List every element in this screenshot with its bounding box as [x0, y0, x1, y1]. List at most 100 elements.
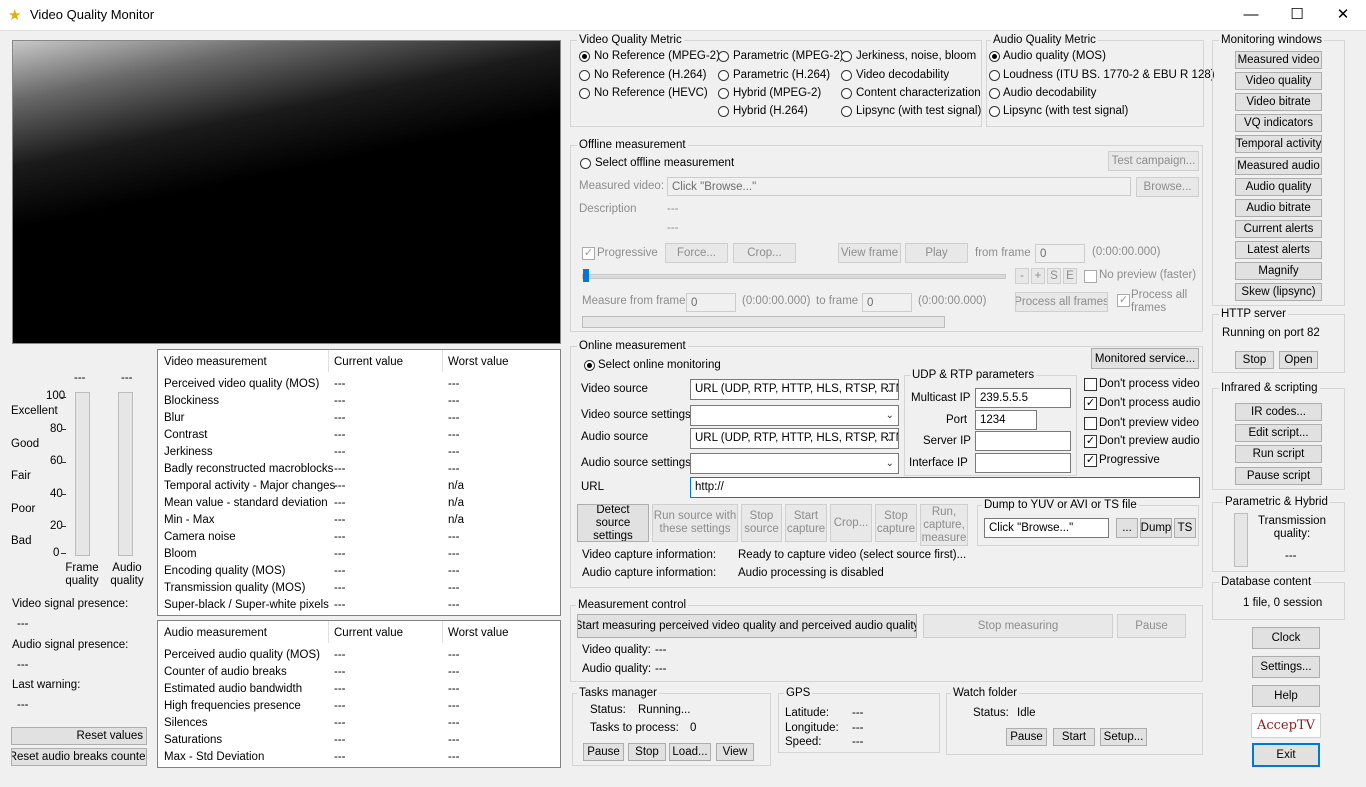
minimize-icon[interactable]: — — [1228, 0, 1274, 30]
monitoring-window-button[interactable]: Current alerts — [1235, 219, 1322, 238]
pause-script-button[interactable]: Pause script — [1235, 467, 1322, 485]
edit-script-button[interactable]: Edit script... — [1235, 424, 1322, 442]
radio-loudness[interactable] — [989, 70, 1000, 81]
radio-audio-mos[interactable] — [989, 51, 1000, 62]
dont-preview-video-checkbox[interactable] — [1084, 417, 1097, 430]
video-settings-select[interactable]: ⌄ — [690, 405, 899, 426]
radio-video-decodability[interactable] — [841, 70, 852, 81]
run-capture-measure-button[interactable]: Run, capture, measure — [920, 504, 968, 546]
radio-param-h264[interactable] — [718, 70, 729, 81]
radio-nr-mpeg2[interactable] — [579, 51, 590, 62]
radio-nr-hevc[interactable] — [579, 88, 590, 99]
watch-setup-button[interactable]: Setup... — [1100, 728, 1147, 746]
radio-nr-h264[interactable] — [579, 70, 590, 81]
watch-pause-button[interactable]: Pause — [1006, 728, 1047, 746]
crop-online-button[interactable]: Crop... — [830, 504, 872, 542]
frame-slider-handle[interactable] — [583, 269, 589, 282]
monitoring-window-button[interactable]: Audio quality — [1235, 177, 1322, 196]
dump-browse-button[interactable]: ... — [1116, 518, 1138, 538]
radio-hybrid-mpeg2[interactable] — [718, 88, 729, 99]
http-stop-button[interactable]: Stop — [1235, 351, 1274, 369]
monitoring-window-button[interactable]: Video bitrate — [1235, 93, 1322, 112]
play-button[interactable]: Play — [905, 243, 968, 263]
ir-codes-button[interactable]: IR codes... — [1235, 403, 1322, 421]
frame-plus-button[interactable]: + — [1031, 268, 1045, 284]
stop-source-button[interactable]: Stop source — [741, 504, 782, 542]
frame-slider-track[interactable] — [582, 274, 1006, 279]
progressive-offline-checkbox[interactable]: ✓ — [582, 247, 595, 260]
pause-measuring-button[interactable]: Pause — [1117, 614, 1186, 638]
video-source-select[interactable]: URL (UDP, RTP, HTTP, HLS, RTSP, RTM ⌄ — [690, 379, 899, 400]
progressive-online-checkbox[interactable]: ✓ — [1084, 454, 1097, 467]
browse-button[interactable]: Browse... — [1136, 177, 1199, 197]
force-button[interactable]: Force... — [665, 243, 728, 263]
start-measuring-button[interactable]: Start measuring perceived video quality … — [577, 614, 917, 638]
tasks-stop-button[interactable]: Stop — [628, 743, 666, 761]
measured-video-field[interactable]: Click "Browse..." — [667, 177, 1131, 196]
process-all-frames-checkbox[interactable]: ✓ — [1117, 294, 1130, 307]
frame-minus-button[interactable]: - — [1015, 268, 1029, 284]
radio-audio-decodability[interactable] — [989, 88, 1000, 99]
dont-preview-audio-checkbox[interactable]: ✓ — [1084, 435, 1097, 448]
maximize-icon[interactable]: ☐ — [1274, 0, 1320, 30]
process-all-frames-button[interactable]: Process all frames — [1015, 292, 1108, 312]
server-ip-field[interactable] — [975, 431, 1071, 451]
dont-process-audio-checkbox[interactable]: ✓ — [1084, 397, 1097, 410]
monitored-service-button[interactable]: Monitored service... — [1091, 348, 1199, 369]
start-capture-button[interactable]: Start capture — [785, 504, 827, 542]
monitoring-window-button[interactable]: Measured video — [1235, 51, 1322, 69]
monitoring-window-button[interactable]: Skew (lipsync) — [1235, 283, 1322, 302]
audio-settings-select[interactable]: ⌄ — [690, 453, 899, 474]
multicast-ip-field[interactable]: 239.5.5.5 — [975, 388, 1071, 408]
radio-content-characterization[interactable] — [841, 88, 852, 99]
stop-capture-button[interactable]: Stop capture — [875, 504, 917, 542]
interface-ip-field[interactable] — [975, 453, 1071, 473]
audio-source-select[interactable]: URL (UDP, RTP, HTTP, HLS, RTSP, RTM ⌄ — [690, 428, 899, 449]
dont-process-video-checkbox[interactable] — [1084, 378, 1097, 391]
radio-lipsync-audio[interactable] — [989, 106, 1000, 117]
radio-lipsync-video[interactable] — [841, 106, 852, 117]
dump-file-field[interactable]: Click "Browse..." — [984, 518, 1109, 538]
http-open-button[interactable]: Open — [1279, 351, 1318, 369]
tasks-pause-button[interactable]: Pause — [583, 743, 624, 761]
to-frame-field[interactable]: 0 — [862, 293, 912, 312]
monitoring-window-button[interactable]: Video quality — [1235, 72, 1322, 91]
help-button[interactable]: Help — [1252, 685, 1320, 707]
tasks-view-button[interactable]: View — [716, 743, 754, 761]
monitoring-window-button[interactable]: VQ indicators — [1235, 114, 1322, 133]
url-input[interactable]: http:// — [690, 477, 1200, 498]
port-field[interactable]: 1234 — [975, 410, 1037, 430]
measure-from-field[interactable]: 0 — [686, 293, 736, 312]
view-frame-button[interactable]: View frame — [838, 243, 901, 263]
settings-button[interactable]: Settings... — [1252, 656, 1320, 678]
detect-source-button[interactable]: Detect source settings — [577, 504, 649, 542]
run-source-button[interactable]: Run source with these settings — [652, 504, 738, 542]
exit-button[interactable]: Exit — [1252, 743, 1320, 767]
close-icon[interactable]: ✕ — [1320, 0, 1366, 30]
no-preview-checkbox[interactable] — [1084, 270, 1097, 283]
clock-button[interactable]: Clock — [1252, 627, 1320, 649]
monitoring-window-button[interactable]: Temporal activity — [1235, 135, 1322, 154]
reset-values-button[interactable]: Reset values — [11, 727, 147, 745]
ts-button[interactable]: TS — [1174, 518, 1196, 538]
test-campaign-button[interactable]: Test campaign... — [1108, 151, 1199, 171]
radio-param-mpeg2[interactable] — [718, 51, 729, 62]
stop-measuring-button[interactable]: Stop measuring — [923, 614, 1113, 638]
monitoring-window-button[interactable]: Audio bitrate — [1235, 198, 1322, 217]
dump-button[interactable]: Dump — [1140, 518, 1172, 538]
frame-end-button[interactable]: E — [1063, 268, 1077, 284]
monitoring-window-button[interactable]: Magnify — [1235, 262, 1322, 280]
reset-audio-breaks-button[interactable]: Reset audio breaks counter — [11, 748, 147, 766]
radio-online[interactable] — [584, 360, 595, 371]
radio-jerkiness[interactable] — [841, 51, 852, 62]
watch-start-button[interactable]: Start — [1053, 728, 1095, 746]
from-frame-field[interactable]: 0 — [1035, 244, 1085, 263]
monitoring-window-button[interactable]: Latest alerts — [1235, 240, 1322, 259]
run-script-button[interactable]: Run script — [1235, 445, 1322, 463]
frame-start-button[interactable]: S — [1047, 268, 1061, 284]
crop-offline-button[interactable]: Crop... — [733, 243, 796, 263]
radio-hybrid-h264[interactable] — [718, 106, 729, 117]
radio-offline[interactable] — [580, 158, 591, 169]
monitoring-window-button[interactable]: Measured audio — [1235, 156, 1322, 175]
tasks-load-button[interactable]: Load... — [669, 743, 711, 761]
